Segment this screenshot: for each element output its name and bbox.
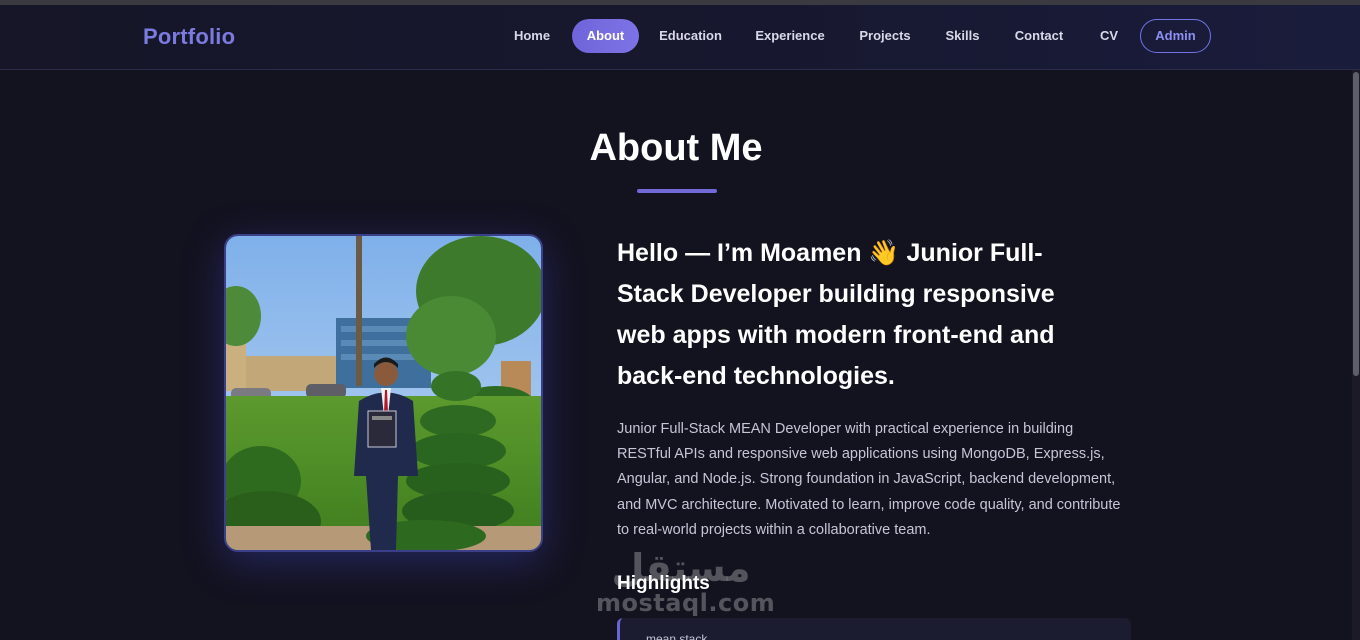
watermark-latin: mostaql.com (596, 589, 776, 617)
highlight-card-text: mean stack (646, 632, 708, 640)
nav-link-home[interactable]: Home (505, 19, 559, 53)
nav-link-projects[interactable]: Projects (851, 19, 919, 53)
navbar: Portfolio Home About Education Experienc… (0, 5, 1360, 70)
about-headline: Hello — I’m Moamen 👋 Junior Full-Stack D… (617, 239, 1055, 390)
nav-link-contact[interactable]: Contact (1006, 19, 1072, 53)
about-bio: Junior Full-Stack MEAN Developer with pr… (617, 421, 1121, 538)
profile-photo-illustration (226, 236, 541, 550)
profile-photo (224, 234, 543, 552)
mostaql-watermark: مستقل mostaql.com (596, 546, 776, 617)
watermark-arabic: مستقل (611, 546, 751, 590)
nav-link-experience[interactable]: Experience (746, 19, 834, 53)
section-title: About Me (589, 127, 763, 169)
nav-link-skills[interactable]: Skills (937, 19, 988, 53)
nav-link-about[interactable]: About (572, 19, 639, 53)
logo[interactable]: Portfolio (143, 24, 235, 50)
highlight-card: mean stack (617, 618, 1131, 640)
title-underline (637, 189, 717, 193)
nav-link-education[interactable]: Education (652, 19, 729, 53)
admin-button[interactable]: Admin (1140, 19, 1211, 53)
nav-link-cv[interactable]: CV (1090, 19, 1128, 53)
scrollbar-thumb[interactable] (1353, 72, 1359, 376)
